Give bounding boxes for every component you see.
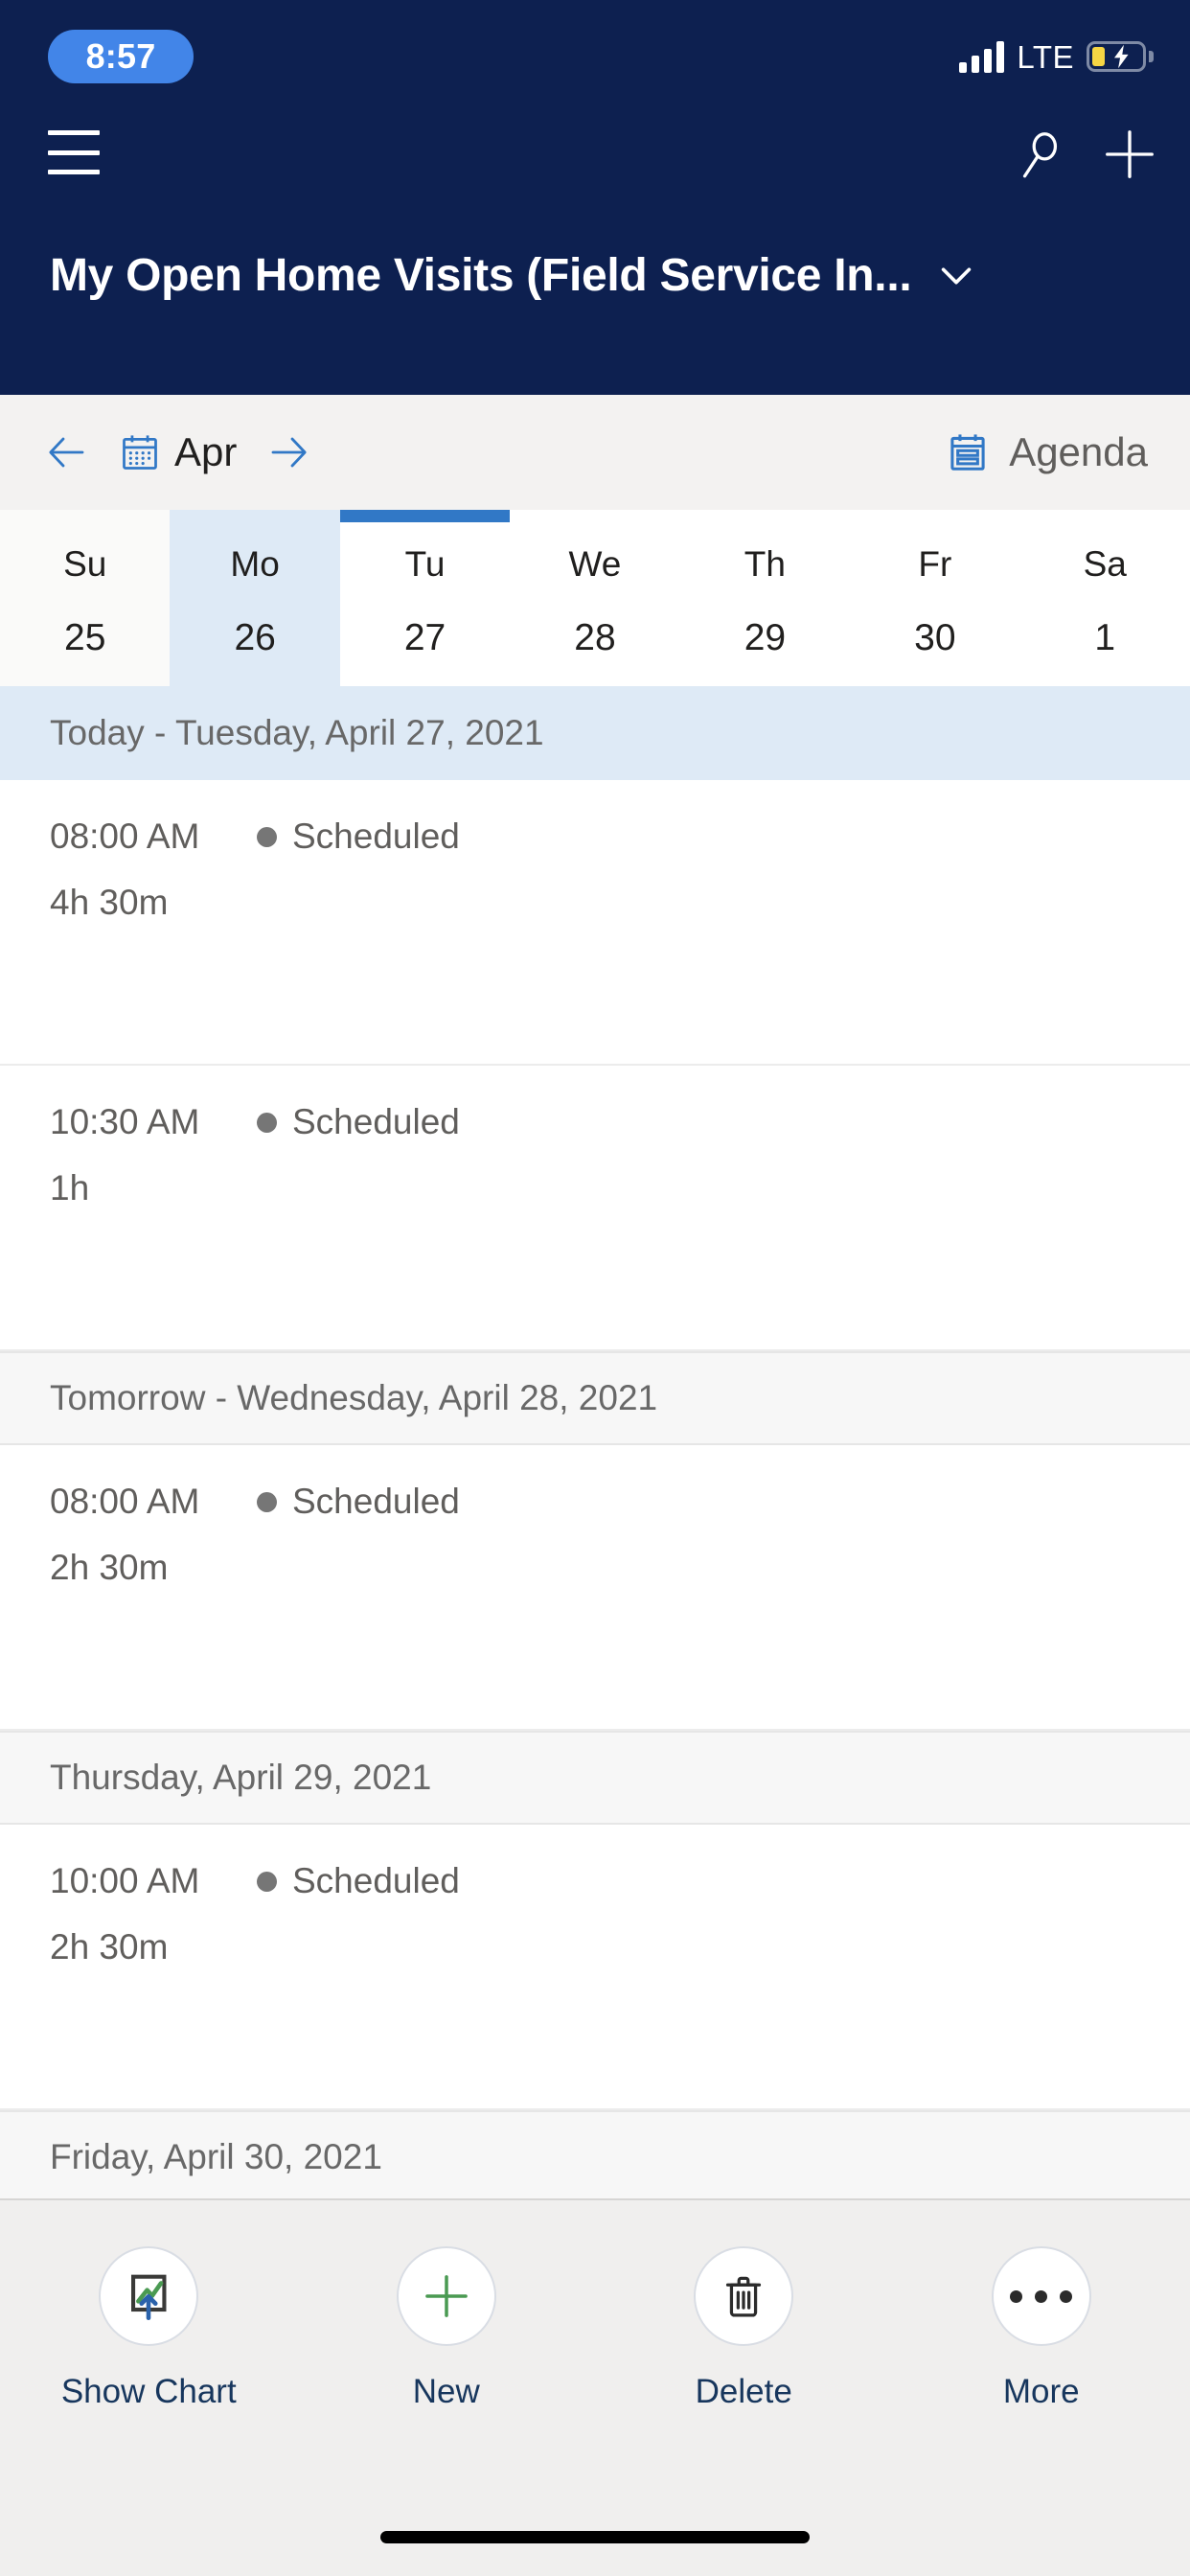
status-dot-icon <box>257 826 277 847</box>
week-day-number: 1 <box>1094 617 1116 658</box>
home-indicator <box>380 2531 810 2543</box>
week-day-name: Mo <box>230 544 280 584</box>
appointment-status: Scheduled <box>292 816 460 856</box>
week-day-strip: Su 25 Mo 26 Tu 27 We 28 Th 29 Fr 30 Sa 1 <box>0 510 1190 686</box>
agenda-day-header: Friday, April 30, 2021 <box>0 2110 1190 2198</box>
hamburger-menu-icon[interactable] <box>48 130 100 174</box>
week-day-name: Sa <box>1083 544 1127 584</box>
new-label: New <box>412 2373 480 2410</box>
agenda-day-header: Today - Tuesday, April 27, 2021 <box>0 686 1190 780</box>
status-bar: 8:57 LTE <box>0 0 1190 100</box>
selected-day-indicator <box>339 510 511 522</box>
week-day-number: 27 <box>403 617 446 658</box>
week-day-th[interactable]: Th 29 <box>680 510 850 686</box>
status-bar-clock: 8:57 <box>48 30 194 83</box>
new-button[interactable]: New <box>327 2246 566 2411</box>
month-picker[interactable]: Apr <box>119 429 237 475</box>
plus-icon[interactable] <box>1096 121 1163 188</box>
week-day-name: Su <box>63 544 107 584</box>
appointment-status: Scheduled <box>292 1861 460 1900</box>
status-dot-icon <box>257 1871 277 1892</box>
week-day-number: 26 <box>234 617 276 658</box>
appointment-time: 10:00 AM <box>50 1861 200 1900</box>
week-day-name: Fr <box>918 544 952 584</box>
search-icon[interactable] <box>1006 121 1073 188</box>
bottom-command-bar: Show Chart New Delete More <box>0 2198 1190 2576</box>
agenda-view-button[interactable]: Agenda <box>946 429 1148 475</box>
ellipsis-icon <box>991 2246 1091 2346</box>
page-title: My Open Home Visits (Field Service In... <box>50 249 912 301</box>
appointment-status: Scheduled <box>292 1102 460 1141</box>
appointment-time: 08:00 AM <box>50 1482 200 1521</box>
trash-icon <box>694 2246 794 2346</box>
appointment-duration: 4h 30m <box>50 883 169 922</box>
more-label: More <box>1002 2373 1080 2410</box>
network-type-label: LTE <box>1017 38 1074 75</box>
week-day-name: Tu <box>404 544 446 584</box>
agenda-appointment-row[interactable]: 10:30 AM Scheduled 1h <box>0 1066 1190 1351</box>
agenda-appointment-row[interactable]: 08:00 AM Scheduled 2h 30m <box>0 1445 1190 1731</box>
week-day-number: 28 <box>574 617 616 658</box>
week-day-number: 30 <box>914 617 956 658</box>
delete-button[interactable]: Delete <box>624 2246 863 2411</box>
agenda-day-header-label: Tomorrow - Wednesday, April 28, 2021 <box>50 1378 658 1417</box>
appointment-status: Scheduled <box>292 1482 460 1521</box>
current-month-label: Apr <box>174 429 238 474</box>
signal-bars-icon <box>959 40 1005 73</box>
week-day-tu[interactable]: Tu 27 <box>339 510 511 686</box>
appointment-duration: 2h 30m <box>50 1548 169 1587</box>
agenda-day-header-label: Thursday, April 29, 2021 <box>50 1758 432 1797</box>
more-button[interactable]: More <box>922 2246 1161 2411</box>
week-day-number: 25 <box>64 617 106 658</box>
agenda-view-label: Agenda <box>1009 429 1148 474</box>
agenda-day-header: Tomorrow - Wednesday, April 28, 2021 <box>0 1351 1190 1445</box>
week-day-mo[interactable]: Mo 26 <box>170 510 340 686</box>
show-chart-icon <box>99 2246 199 2346</box>
arrow-left-icon[interactable] <box>40 426 94 479</box>
header-actions <box>0 100 1190 207</box>
week-day-sa[interactable]: Sa 1 <box>1020 510 1190 686</box>
arrow-right-icon[interactable] <box>262 426 315 479</box>
agenda-appointment-row[interactable]: 10:00 AM Scheduled 2h 30m <box>0 1825 1190 2110</box>
agenda-day-header-label: Today - Tuesday, April 27, 2021 <box>50 713 544 752</box>
agenda-day-header: Thursday, April 29, 2021 <box>0 1731 1190 1825</box>
agenda-day-header-label: Friday, April 30, 2021 <box>50 2137 382 2176</box>
app-root: 8:57 LTE My Open Home Visits (Field Serv… <box>0 0 1190 2576</box>
week-day-name: We <box>568 544 622 584</box>
appointment-time: 08:00 AM <box>50 816 200 856</box>
agenda-calendar-icon <box>950 434 985 471</box>
show-chart-label: Show Chart <box>60 2373 237 2410</box>
status-dot-icon <box>257 1112 277 1133</box>
week-day-su[interactable]: Su 25 <box>0 510 171 686</box>
battery-charging-icon <box>1087 41 1154 72</box>
view-selector[interactable]: My Open Home Visits (Field Service In... <box>0 222 1190 328</box>
show-chart-button[interactable]: Show Chart <box>29 2246 268 2411</box>
status-bar-indicators: LTE <box>959 29 1154 84</box>
agenda-list[interactable]: Today - Tuesday, April 27, 2021 08:00 AM S… <box>0 686 1190 2198</box>
plus-icon <box>396 2246 496 2346</box>
appointment-time: 10:30 AM <box>50 1102 200 1141</box>
calendar-nav-group: Apr <box>40 426 315 479</box>
week-day-we[interactable]: We 28 <box>510 510 679 686</box>
calendar-icon <box>123 435 157 470</box>
delete-label: Delete <box>695 2373 792 2410</box>
status-dot-icon <box>257 1491 277 1512</box>
app-header: 8:57 LTE My Open Home Visits (Field Serv… <box>0 0 1190 395</box>
calendar-toolbar: Apr Agenda <box>0 395 1190 510</box>
week-day-number: 29 <box>744 617 787 658</box>
week-day-fr[interactable]: Fr 30 <box>850 510 1019 686</box>
status-bar-time: 8:57 <box>85 36 156 76</box>
week-day-name: Th <box>744 544 786 584</box>
appointment-duration: 2h 30m <box>50 1927 169 1966</box>
appointment-duration: 1h <box>50 1168 90 1208</box>
chevron-down-icon[interactable] <box>934 253 978 297</box>
agenda-appointment-row[interactable]: 08:00 AM Scheduled 4h 30m <box>0 780 1190 1066</box>
